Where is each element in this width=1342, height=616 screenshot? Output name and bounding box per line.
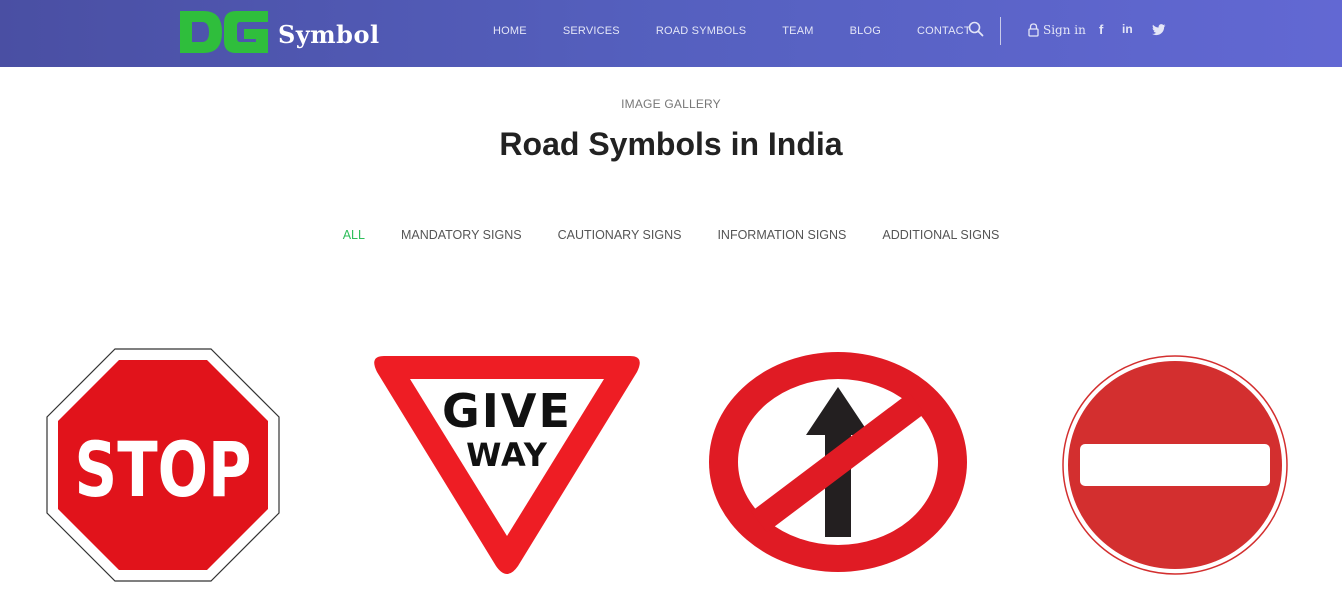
sign-in-label: Sign in	[1043, 23, 1086, 37]
site-header: Symbol HOME SERVICES ROAD SYMBOLS TEAM B…	[0, 0, 1342, 67]
filter-all[interactable]: ALL	[343, 228, 365, 242]
section-eyebrow: IMAGE GALLERY	[621, 97, 721, 111]
filter-mandatory-signs[interactable]: MANDATORY SIGNS	[401, 228, 522, 242]
nav-blog[interactable]: BLOG	[850, 25, 881, 37]
linkedin-icon[interactable]: in	[1122, 22, 1133, 36]
no-straight-ahead-sign-image[interactable]	[707, 350, 969, 574]
brand-name: Symbol	[278, 19, 380, 49]
nav-road-symbols[interactable]: ROAD SYMBOLS	[656, 25, 746, 37]
give-way-sign-icon: GIVE WAY	[374, 356, 640, 574]
dg-logo-icon	[180, 11, 268, 53]
no-straight-ahead-icon	[709, 352, 967, 572]
nav-services[interactable]: SERVICES	[563, 25, 620, 37]
header-divider	[1000, 17, 1001, 45]
nav-team[interactable]: TEAM	[782, 25, 813, 37]
facebook-icon[interactable]: f	[1099, 22, 1103, 37]
brand-logo[interactable]: Symbol	[178, 8, 380, 56]
no-entry-icon	[1062, 355, 1288, 575]
give-way-line2: WAY	[466, 436, 548, 474]
filter-additional-signs[interactable]: ADDITIONAL SIGNS	[882, 228, 999, 242]
sign-in-link[interactable]: Sign in	[1028, 23, 1086, 37]
no-entry-sign-image[interactable]	[1061, 354, 1289, 576]
give-way-sign-image[interactable]: GIVE WAY	[370, 354, 644, 576]
stop-sign-icon: STOP	[46, 348, 280, 582]
nav-home[interactable]: HOME	[493, 25, 527, 37]
main-nav: HOME SERVICES ROAD SYMBOLS TEAM BLOG CON…	[480, 0, 1007, 62]
nav-contact[interactable]: CONTACT	[917, 25, 971, 37]
gallery-filter-bar: ALL MANDATORY SIGNS CAUTIONARY SIGNS INF…	[0, 228, 1342, 242]
filter-information-signs[interactable]: INFORMATION SIGNS	[717, 228, 846, 242]
twitter-icon[interactable]	[1152, 24, 1166, 36]
stop-sign-text: STOP	[75, 427, 252, 515]
stop-sign-image[interactable]: STOP	[46, 348, 280, 582]
lock-icon	[1028, 23, 1039, 37]
page-title: Road Symbols in India	[499, 126, 843, 162]
give-way-line1: GIVE	[442, 384, 572, 438]
search-icon[interactable]	[968, 21, 984, 37]
filter-cautionary-signs[interactable]: CAUTIONARY SIGNS	[558, 228, 682, 242]
